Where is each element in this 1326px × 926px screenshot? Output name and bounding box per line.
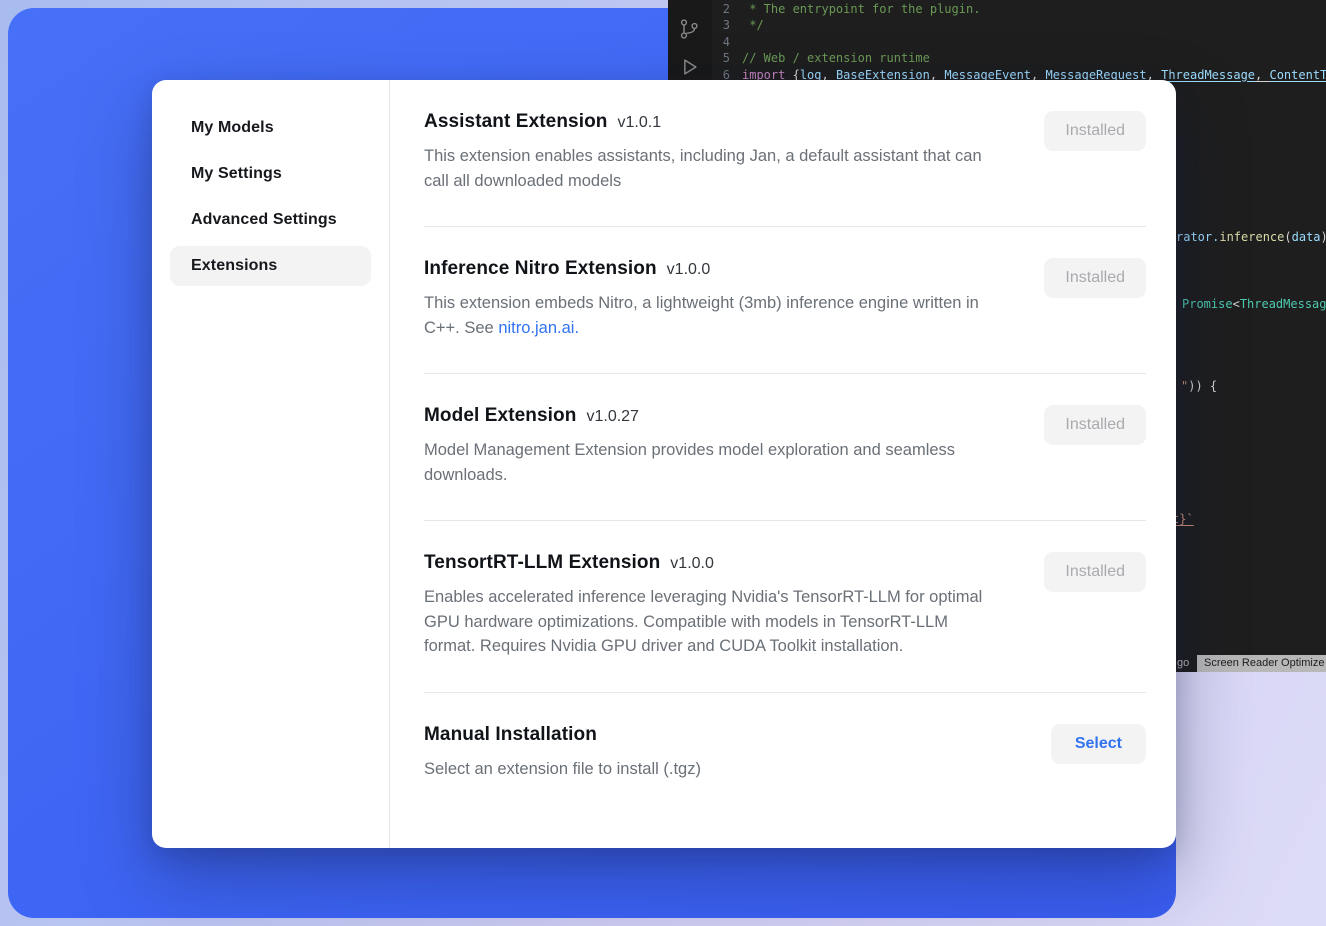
code-token: */ [742, 18, 764, 32]
tensortrt-llm-extension-row: TensortRT-LLM Extension v1.0.0 Enables acc… [424, 521, 1146, 693]
extension-info: Inference Nitro Extension v1.0.0 This exte… [424, 258, 1002, 340]
inference-nitro-extension-row: Inference Nitro Extension v1.0.0 This exte… [424, 227, 1146, 374]
extension-title: Model Extension [424, 405, 576, 427]
extension-title: TensortRT-LLM Extension [424, 552, 660, 574]
installed-button-model-extension[interactable]: Installed [1044, 405, 1146, 445]
extension-description: Enables accelerated inference leveraging… [424, 585, 1002, 659]
nitro-jan-ai-link[interactable]: nitro.jan.ai. [498, 319, 579, 337]
extension-title: Assistant Extension [424, 111, 608, 133]
code-token: rator. [1176, 230, 1219, 244]
extension-version: v1.0.27 [586, 408, 638, 426]
extension-title-line: Assistant Extension v1.0.1 [424, 111, 1002, 133]
code-token: ( [1284, 230, 1291, 244]
extension-description: Select an extension file to install (.tg… [424, 757, 701, 782]
extensions-list: Assistant Extension v1.0.1 This extension … [390, 80, 1176, 848]
model-extension-row: Model Extension v1.0.27 Model Management E… [424, 374, 1146, 521]
code-token: , [1255, 68, 1269, 82]
settings-modal: My Models My Settings Advanced Settings Ext… [152, 80, 1176, 848]
code-fragment: ")) { [1181, 378, 1217, 394]
extension-description: This extension embeds Nitro, a lightweig… [424, 291, 1002, 340]
extension-title-line: Inference Nitro Extension v1.0.0 [424, 258, 1002, 280]
extension-info: Model Extension v1.0.27 Model Management E… [424, 405, 1002, 487]
select-button-manual-installation[interactable]: Select [1051, 724, 1146, 764]
code-line: 4 [712, 34, 1326, 50]
line-number: 2 [712, 1, 742, 17]
extension-version: v1.0.1 [618, 114, 662, 132]
code-lines: 2 * The entrypoint for the plugin.3 */45… [712, 1, 1326, 83]
installed-button-assistant-extension[interactable]: Installed [1044, 111, 1146, 151]
extension-title-line: Model Extension v1.0.27 [424, 405, 1002, 427]
run-debug-icon[interactable] [678, 56, 700, 78]
sidebar-item-my-settings[interactable]: My Settings [170, 154, 371, 194]
assistant-extension-row: Assistant Extension v1.0.1 This extension … [424, 80, 1146, 227]
extension-version: v1.0.0 [667, 261, 711, 279]
extension-info: Manual Installation Select an extension f… [424, 724, 701, 782]
code-fragment: rator.inference(data)); [1176, 229, 1326, 245]
extension-info: TensortRT-LLM Extension v1.0.0 Enables acc… [424, 552, 1002, 659]
line-number: 4 [712, 34, 742, 50]
code-text: */ [742, 17, 764, 33]
code-token: * The entrypoint for the plugin. [742, 2, 980, 16]
extension-version: v1.0.0 [670, 555, 714, 573]
code-fragment: Promise<ThreadMessage> [1182, 296, 1326, 312]
code-text: * The entrypoint for the plugin. [742, 1, 980, 17]
extension-title: Inference Nitro Extension [424, 258, 657, 280]
extension-description: Model Management Extension provides mode… [424, 438, 1002, 487]
extension-info: Assistant Extension v1.0.1 This extension … [424, 111, 1002, 193]
screen-reader-optimized-badge: Screen Reader Optimize [1197, 655, 1326, 672]
extension-title: Manual Installation [424, 724, 597, 746]
code-token: ContentType [1269, 68, 1326, 82]
line-number: 3 [712, 17, 742, 33]
code-token: inference [1219, 230, 1284, 244]
code-token: Promise [1182, 297, 1233, 311]
settings-sidebar: My Models My Settings Advanced Settings Ext… [152, 80, 390, 848]
sidebar-item-extensions[interactable]: Extensions [170, 246, 371, 286]
code-token: // Web / extension runtime [742, 51, 930, 65]
code-token: )) { [1188, 379, 1217, 393]
code-token: < [1233, 297, 1240, 311]
installed-button-inference-nitro-extension[interactable]: Installed [1044, 258, 1146, 298]
code-text: // Web / extension runtime [742, 50, 930, 66]
sidebar-item-advanced-settings[interactable]: Advanced Settings [170, 200, 371, 240]
code-token: )); [1321, 230, 1326, 244]
code-line: 3 */ [712, 17, 1326, 33]
extension-description: This extension enables assistants, inclu… [424, 144, 1002, 193]
page-background: 2 * The entrypoint for the plugin.3 */45… [0, 0, 1326, 926]
extension-title-line: TensortRT-LLM Extension v1.0.0 [424, 552, 1002, 574]
code-line: 2 * The entrypoint for the plugin. [712, 1, 1326, 17]
code-token: ThreadMessage [1161, 68, 1255, 82]
code-token: data [1292, 230, 1321, 244]
manual-installation-row: Manual Installation Select an extension f… [424, 693, 1146, 815]
extension-title-line: Manual Installation [424, 724, 701, 746]
code-line: 5// Web / extension runtime [712, 50, 1326, 66]
sidebar-item-my-models[interactable]: My Models [170, 108, 371, 148]
status-bar-text: go [1177, 657, 1189, 669]
code-token: ThreadMessage [1240, 297, 1326, 311]
source-control-icon[interactable] [677, 16, 701, 42]
installed-button-tensortrt-llm-extension[interactable]: Installed [1044, 552, 1146, 592]
line-number: 5 [712, 50, 742, 66]
